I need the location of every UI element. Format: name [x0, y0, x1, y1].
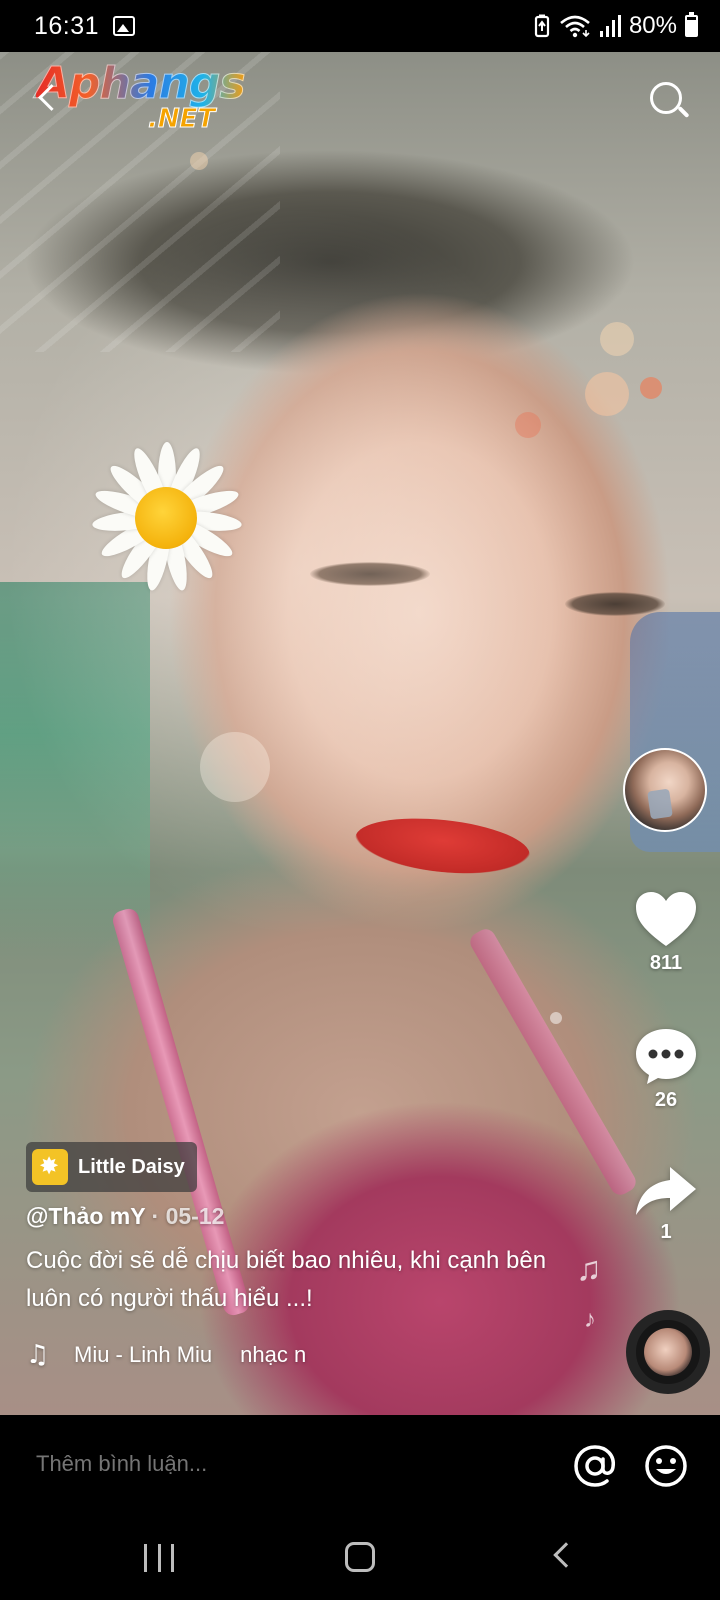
status-bar: 16:31 80%	[0, 0, 720, 52]
video-caption[interactable]: Cuộc đời sẽ dễ chịu biết bao nhiêu, khi …	[26, 1242, 586, 1318]
share-count: 1	[660, 1221, 672, 1243]
comment-count: 26	[654, 1089, 678, 1111]
music-title: Miu - Linh Miu	[74, 1342, 213, 1367]
at-sign-icon-glyph	[574, 1445, 615, 1487]
at-sign-icon[interactable]	[572, 1443, 618, 1489]
emoji-icon[interactable]	[643, 1443, 689, 1489]
status-indicators: 80%	[533, 12, 698, 40]
watermark-logo: Aphangs .NET	[36, 58, 256, 140]
bokeh-light	[640, 377, 662, 399]
comment-icon	[636, 1029, 696, 1084]
like-button[interactable]: 811	[620, 890, 712, 975]
bokeh-light	[600, 322, 634, 356]
comment-bar	[0, 1415, 720, 1518]
status-time: 16:31	[34, 11, 100, 40]
comment-button[interactable]: 26	[620, 1027, 712, 1112]
date-separator: ·	[145, 1203, 166, 1229]
bokeh-light	[190, 152, 208, 170]
author-name[interactable]: @Thảo mY	[26, 1203, 145, 1229]
music-disc[interactable]	[626, 1310, 710, 1394]
effect-label: Little Daisy	[78, 1155, 185, 1178]
back-arrow-icon[interactable]	[36, 84, 62, 110]
post-date: 05-12	[165, 1203, 225, 1229]
video-detail	[565, 592, 665, 616]
bokeh-light	[515, 412, 541, 438]
wifi-icon	[560, 15, 590, 38]
watermark-sub: .NET	[147, 104, 216, 135]
author-line: @Thảo mY · 05-12	[26, 1203, 224, 1230]
system-nav-bar	[0, 1518, 720, 1600]
bokeh-light	[550, 1012, 562, 1024]
battery-icon	[685, 12, 698, 37]
signal-icon	[599, 15, 621, 37]
search-icon[interactable]	[648, 80, 692, 124]
emoji-icon-glyph	[645, 1445, 687, 1487]
effect-icon	[32, 1149, 68, 1185]
share-button[interactable]: 1	[620, 1165, 712, 1244]
share-icon	[636, 1167, 696, 1215]
comment-input[interactable]	[36, 1451, 516, 1477]
music-note-icon: ♫	[26, 1340, 50, 1370]
search-icon-handle	[677, 105, 690, 119]
battery-percent: 80%	[628, 12, 677, 39]
home-icon[interactable]	[345, 1542, 375, 1572]
music-line[interactable]: ♫ Miu - Linh Miu nhạc n	[26, 1340, 306, 1370]
gallery-icon	[113, 16, 136, 36]
bokeh-light	[585, 372, 629, 416]
video-detail	[310, 562, 430, 586]
daisy-center	[135, 487, 197, 549]
back-icon[interactable]	[553, 1542, 579, 1568]
watermark-main: Aphangs	[36, 58, 247, 110]
daisy-effect	[80, 432, 250, 602]
effect-tag[interactable]: Little Daisy	[26, 1142, 197, 1192]
recents-icon[interactable]	[144, 1544, 174, 1572]
bokeh-light	[200, 732, 270, 802]
music-title-scroll: nhạc n	[240, 1342, 307, 1367]
battery-saver-icon	[534, 14, 550, 38]
like-count: 811	[649, 952, 683, 974]
creator-avatar[interactable]	[623, 748, 707, 832]
heart-icon	[636, 892, 696, 946]
